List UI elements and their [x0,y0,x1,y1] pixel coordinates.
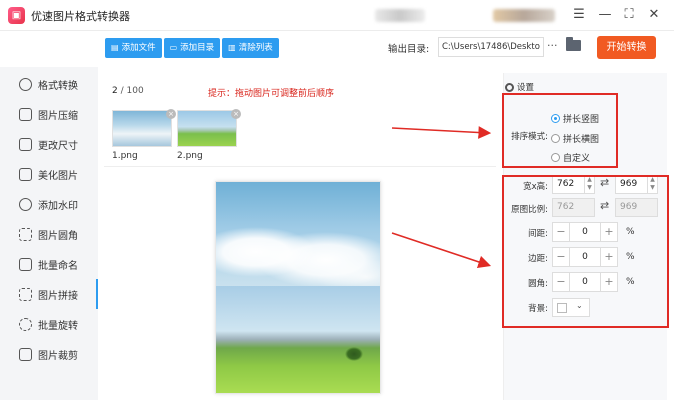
compress-icon [19,107,32,121]
clear-list-button[interactable]: ▥ 清除列表 [222,38,279,58]
sidebar-item-batch-rename[interactable]: 批量命名 [0,249,98,279]
settings-title: 设置 [517,83,535,93]
preview-image-field [216,286,380,393]
more-options-button[interactable]: ··· [547,39,558,52]
maximize-icon[interactable]: ⛶ [620,6,638,24]
round-corner-icon [19,227,32,241]
sidebar-item-label: 添加水印 [38,200,78,212]
stitch-icon [19,287,32,301]
menu-icon[interactable]: ☰ [570,6,588,24]
add-folder-label: 添加目录 [180,43,215,53]
open-folder-icon[interactable] [566,37,581,51]
start-convert-button[interactable]: 开始转换 [597,36,656,59]
watermark-icon [19,197,32,211]
thumbnail-1[interactable] [112,110,172,147]
sidebar-item-format-convert[interactable]: 格式转换 [0,69,98,99]
sidebar-item-batch-rotate[interactable]: 批量旋转 [0,309,98,339]
format-convert-icon [19,77,32,91]
output-dir-label: 输出目录: [388,44,430,55]
remove-thumbnail-2-icon[interactable]: × [231,109,241,119]
app-title: 优速图片格式转换器 [31,10,130,23]
resize-icon [19,137,32,151]
trash-icon: ▥ [228,43,236,52]
remove-thumbnail-1-icon[interactable]: × [166,109,176,119]
image-count-total: / 100 [120,86,144,96]
sidebar-item-beautify[interactable]: 美化图片 [0,159,98,189]
reorder-hint: 提示：拖动图片可调整前后顺序 [208,89,335,99]
sidebar-item-label: 格式转换 [38,80,78,92]
clear-list-label: 清除列表 [238,43,273,53]
highlight-box-size-settings [502,175,669,328]
sidebar-item-round-corner[interactable]: 图片圆角 [0,219,98,249]
sidebar-item-label: 图片圆角 [38,230,78,242]
toolbar: ▤ 添加文件 ▭ 添加目录 ▥ 清除列表 输出目录: C:\Users\17486\D… [0,31,674,67]
folder-icon: ▭ [169,43,178,52]
divider [104,166,496,167]
crop-icon [19,347,32,361]
sidebar-item-label: 批量旋转 [38,320,78,332]
beautify-icon [19,167,32,181]
image-count: 2 / 100 [112,86,144,96]
sidebar-item-resize[interactable]: 更改尺寸 [0,129,98,159]
sidebar-item-image-stitch[interactable]: 图片拼接 [0,279,98,309]
stitched-preview [215,181,381,394]
thumbnail-1-name: 1.png [112,151,138,161]
preview-image-sky [216,182,380,286]
sidebar-item-compress[interactable]: 图片压缩 [0,99,98,129]
highlight-box-sort-mode [502,93,618,168]
sidebar-item-crop[interactable]: 图片裁剪 [0,339,98,369]
image-count-current: 2 [112,86,118,96]
thumbnail-2[interactable] [177,110,237,147]
sidebar-item-label: 更改尺寸 [38,140,78,152]
rotate-icon [19,317,32,331]
file-button-group: ▤ 添加文件 ▭ 添加目录 ▥ 清除列表 [105,38,279,58]
add-file-label: 添加文件 [121,43,156,53]
sidebar-item-label: 美化图片 [38,170,78,182]
gear-icon [505,82,514,92]
sidebar-item-watermark[interactable]: 添加水印 [0,189,98,219]
add-file-button[interactable]: ▤ 添加文件 [105,38,162,58]
vip-info-blurred[interactable] [493,9,555,22]
file-icon: ▤ [111,43,119,52]
settings-header: 设置 [505,81,534,93]
account-info-blurred[interactable] [375,9,425,22]
minimize-icon[interactable]: — [596,6,614,24]
app-logo-icon: ▣ [8,7,25,24]
sidebar-item-label: 图片压缩 [38,110,78,122]
sidebar: 格式转换 图片压缩 更改尺寸 美化图片 添加水印 图片圆角 批量命名 图片拼接 … [0,67,98,400]
output-dir-field[interactable]: C:\Users\17486\Deskto [438,37,544,57]
sidebar-item-label: 图片裁剪 [38,350,78,362]
main-content: 2 / 100 提示：拖动图片可调整前后顺序 × 1.png × 2.png [104,73,496,400]
close-icon[interactable]: ✕ [645,6,663,24]
title-bar: ▣ 优速图片格式转换器 ☰ — ⛶ ✕ [0,0,674,31]
sidebar-item-label: 批量命名 [38,260,78,272]
add-folder-button[interactable]: ▭ 添加目录 [163,38,221,58]
sidebar-item-label: 图片拼接 [38,290,78,302]
rename-icon [19,257,32,271]
thumbnail-2-name: 2.png [177,151,203,161]
